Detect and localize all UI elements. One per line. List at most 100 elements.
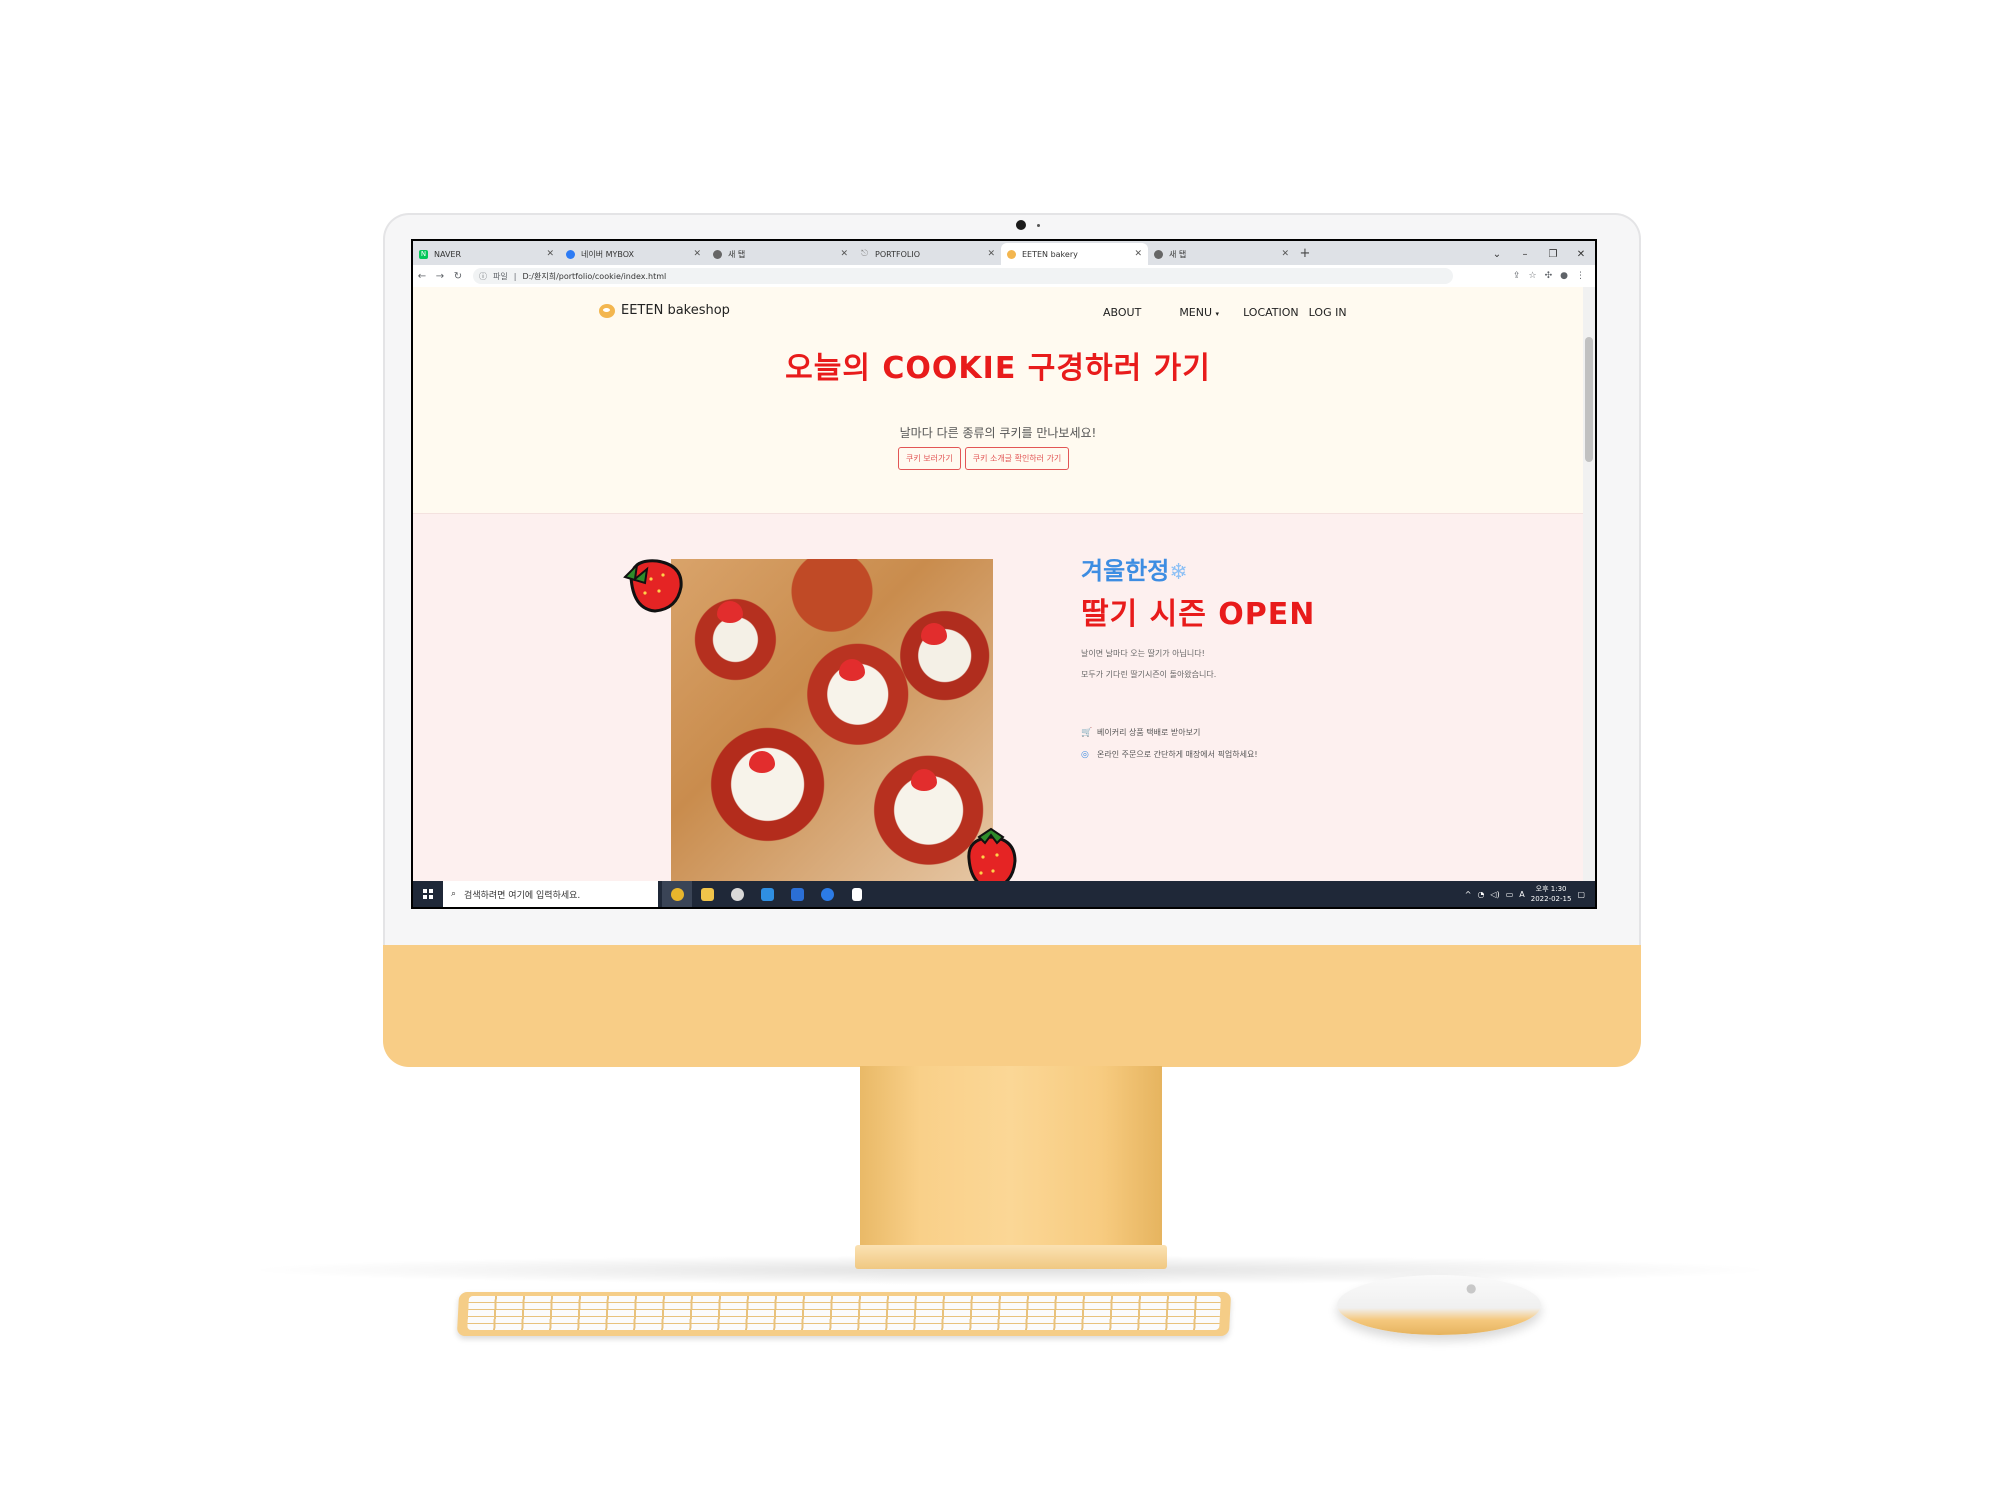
cart-icon: 🛒	[1081, 727, 1093, 738]
tab-label: 네이버 MYBOX	[581, 249, 635, 259]
delivery-link[interactable]: 🛒 베이커리 상품 택배로 받아보기	[1081, 727, 1200, 738]
pickup-link[interactable]: ◎ 온라인 주문으로 간단하게 매장에서 픽업하세요!	[1081, 749, 1258, 760]
nav-menu-label: MENU	[1179, 306, 1213, 319]
imac-chin	[383, 945, 1641, 1067]
tab-label: NAVER	[434, 249, 462, 259]
web-page: EETEN bakeshop ABOUT MENU ▾ LOCATION LOG…	[413, 287, 1583, 881]
blue-app-button[interactable]	[782, 881, 812, 907]
volume-icon[interactable]: ◁)	[1490, 890, 1499, 899]
document-icon	[852, 887, 862, 901]
strawberry-sticker-right	[967, 827, 1017, 881]
window-close-icon[interactable]: ✕	[1567, 249, 1595, 260]
promo-kicker: 겨울한정❄	[1081, 551, 1188, 586]
mybox-icon	[566, 249, 575, 259]
system-tray: ^ ◔ ◁) ▭ A 오후 1:30 2022-02-15 ▢	[1465, 884, 1595, 904]
brand-name: EETEN bakeshop	[621, 303, 730, 318]
strawberry-scone-photo	[671, 559, 993, 881]
taskbar-search[interactable]: ⌕ 검색하려면 여기에 입력하세요.	[443, 881, 658, 907]
navy-app-button[interactable]	[812, 881, 842, 907]
kebab-menu-icon[interactable]: ⋮	[1576, 271, 1585, 281]
page-scrollbar[interactable]	[1583, 287, 1595, 881]
app-icon	[820, 887, 834, 901]
close-icon[interactable]: ✕	[987, 249, 995, 259]
tab-new-2[interactable]: 새 탭 ✕	[1148, 243, 1295, 265]
hero-title: 오늘의 COOKIE 구경하러 가기	[785, 351, 1211, 386]
start-button[interactable]	[413, 881, 443, 907]
tab-new-1[interactable]: 새 탭 ✕	[707, 243, 854, 265]
file-explorer-button[interactable]	[692, 881, 722, 907]
imac-stand-foot	[855, 1245, 1167, 1269]
browser-toolbar: ← → ↻ ⓘ 파일 | D:/환지희/portfolio/cookie/ind…	[413, 265, 1595, 288]
nav-login[interactable]: LOG IN	[1309, 306, 1347, 319]
windows-taskbar: ⌕ 검색하려면 여기에 입력하세요. ^ ◔ ◁) ▭ A 오후 1:30 20…	[413, 881, 1595, 907]
screen: N NAVER ✕ 네이버 MYBOX ✕ 새 탭 ✕ ⎋ PORTFOLIO …	[411, 239, 1597, 909]
back-icon[interactable]: ←	[413, 271, 431, 282]
cookie-intro-button[interactable]: 쿠키 소개글 확인하러 가기	[964, 447, 1070, 470]
reload-icon[interactable]: ↻	[449, 271, 467, 282]
close-icon[interactable]: ✕	[546, 249, 554, 259]
tab-label: PORTFOLIO	[875, 249, 920, 259]
clock-time: 오후 1:30	[1535, 885, 1567, 893]
browser-tab-bar: N NAVER ✕ 네이버 MYBOX ✕ 새 탭 ✕ ⎋ PORTFOLIO …	[413, 241, 1595, 265]
security-label: 파일	[493, 271, 508, 281]
chrome-app-button[interactable]	[662, 881, 692, 907]
hero-buttons: 쿠키 보러가기 쿠키 소개글 확인하러 가기	[898, 447, 1070, 470]
pickup-link-label: 온라인 주문으로 간단하게 매장에서 픽업하세요!	[1097, 750, 1258, 759]
naver-icon: N	[419, 249, 428, 259]
new-tab-button[interactable]: +	[1295, 243, 1315, 265]
info-icon[interactable]: ⓘ	[479, 271, 487, 282]
nav-location[interactable]: LOCATION	[1243, 306, 1299, 319]
clock[interactable]: 오후 1:30 2022-02-15	[1531, 884, 1572, 904]
app-icon	[790, 887, 804, 901]
chrome-icon	[670, 887, 684, 901]
chrome-icon	[1154, 249, 1163, 259]
wifi-icon[interactable]: ◔	[1477, 890, 1484, 899]
tab-label: EETEN bakery	[1022, 249, 1078, 259]
close-icon[interactable]: ✕	[693, 249, 701, 259]
vscode-app-button[interactable]	[752, 881, 782, 907]
close-icon[interactable]: ✕	[840, 249, 848, 259]
display-icon[interactable]: ▭	[1506, 890, 1514, 899]
keyboard	[456, 1292, 1232, 1336]
site-navbar: EETEN bakeshop ABOUT MENU ▾ LOCATION LOG…	[413, 287, 1583, 333]
restore-icon[interactable]: ❐	[1539, 249, 1567, 260]
promo-line-2: 모두가 기다린 딸기시즌이 돌아왔습니다.	[1081, 670, 1217, 679]
close-icon[interactable]: ✕	[1134, 249, 1142, 259]
bookmark-star-icon[interactable]: ☆	[1529, 271, 1537, 281]
extensions-icon[interactable]: ✣	[1545, 271, 1553, 281]
profile-icon[interactable]: ●	[1560, 271, 1568, 281]
notepad-app-button[interactable]	[842, 881, 872, 907]
tab-naver[interactable]: N NAVER ✕	[413, 243, 560, 265]
close-icon[interactable]: ✕	[1281, 249, 1289, 259]
share-icon[interactable]: ⇪	[1513, 271, 1521, 281]
tab-label: 새 탭	[1169, 249, 1187, 259]
clock-date: 2022-02-15	[1530, 895, 1572, 903]
tab-mybox[interactable]: 네이버 MYBOX ✕	[560, 243, 707, 265]
minimize-icon[interactable]: –	[1511, 249, 1539, 260]
view-cookies-button[interactable]: 쿠키 보러가기	[898, 447, 961, 470]
cookie-icon	[599, 303, 615, 318]
search-icon: ⌕	[451, 889, 457, 899]
ime-indicator[interactable]: A	[1519, 890, 1524, 899]
windows-logo-icon	[423, 889, 433, 899]
nav-menu-dropdown[interactable]: MENU ▾	[1179, 306, 1219, 319]
tab-portfolio[interactable]: ⎋ PORTFOLIO ✕	[854, 243, 1001, 265]
strawberry-sticker-left	[623, 559, 683, 613]
link-icon: ⎋	[860, 248, 869, 259]
window-controls: ⌄ – ❐ ✕	[1483, 243, 1595, 265]
nav-about[interactable]: ABOUT	[1103, 306, 1141, 319]
caret-down-icon: ▾	[1215, 310, 1220, 318]
tab-label: 새 탭	[728, 249, 746, 259]
address-bar[interactable]: ⓘ 파일 | D:/환지희/portfolio/cookie/index.htm…	[473, 268, 1453, 284]
tab-eeten-bakery[interactable]: EETEN bakery ✕	[1001, 243, 1148, 265]
notification-icon[interactable]: ▢	[1577, 890, 1585, 899]
edge-app-button[interactable]	[722, 881, 752, 907]
tab-search-icon[interactable]: ⌄	[1483, 249, 1511, 260]
forward-icon[interactable]: →	[431, 271, 449, 282]
scrollbar-thumb[interactable]	[1585, 337, 1593, 462]
imac-stand	[860, 1066, 1162, 1266]
chevron-up-icon[interactable]: ^	[1465, 890, 1472, 899]
brand-logo[interactable]: EETEN bakeshop	[599, 303, 730, 318]
apple-logo-icon: ●	[1466, 1281, 1477, 1295]
mouse	[1337, 1275, 1541, 1335]
